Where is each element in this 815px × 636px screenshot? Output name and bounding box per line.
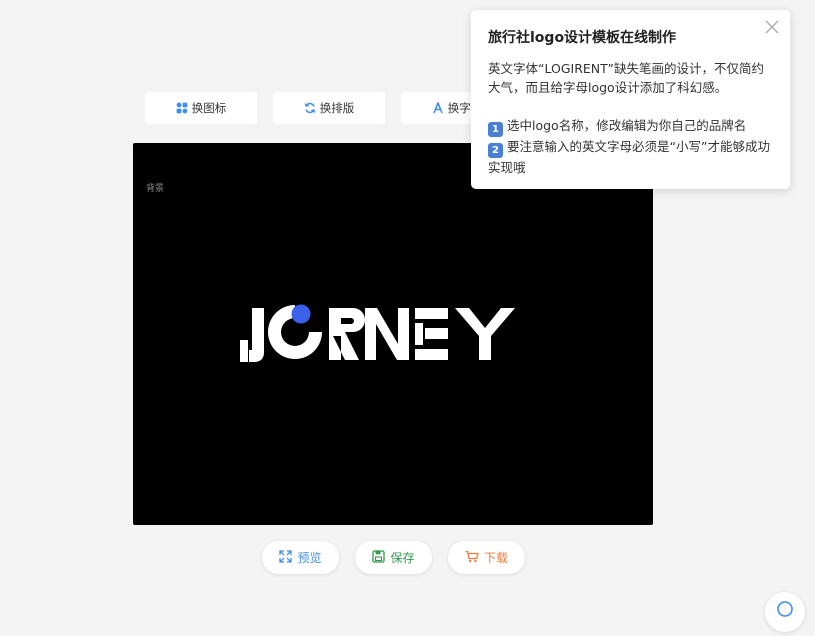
tip-popup: 旅行社logo设计模板在线制作 英文字体“LOGIRENT”缺失笔画的设计，不仅… xyxy=(471,10,790,189)
grid-icon xyxy=(176,102,188,114)
tip-body: 英文字体“LOGIRENT”缺失笔画的设计，不仅简约大气，而且给字母logo设计… xyxy=(488,59,773,177)
logo-accent-dot xyxy=(291,304,311,324)
close-icon[interactable] xyxy=(765,19,779,34)
logo-letter-j xyxy=(249,308,264,362)
preview-button[interactable]: 预览 xyxy=(262,541,339,574)
design-canvas[interactable]: 背景 xyxy=(133,143,653,525)
refresh-icon xyxy=(304,102,316,114)
change-layout-button[interactable]: 换排版 xyxy=(273,92,385,124)
download-button[interactable]: 下载 xyxy=(448,541,525,574)
save-button[interactable]: 保存 xyxy=(355,541,432,574)
expand-icon xyxy=(279,549,293,566)
tip-step-1: 1 选中logo名称，修改编辑为你自己的品牌名 xyxy=(488,116,773,137)
logo-letter-e xyxy=(415,308,448,360)
download-label: 下载 xyxy=(483,551,508,565)
tip-intro: 英文字体“LOGIRENT”缺失笔画的设计，不仅简约大气，而且给字母logo设计… xyxy=(488,61,764,95)
change-icon-label: 换图标 xyxy=(191,101,227,115)
help-icon xyxy=(777,601,793,617)
help-button[interactable] xyxy=(765,592,805,632)
cart-icon xyxy=(465,550,479,566)
save-label: 保存 xyxy=(390,551,415,565)
change-icon-button[interactable]: 换图标 xyxy=(145,92,257,124)
logo-letter-r xyxy=(329,308,365,360)
tip-step-2: 2 要注意输入的英文字母必须是“小写”才能够成功实现哦 xyxy=(488,137,773,177)
logo-graphic[interactable] xyxy=(233,298,553,373)
save-icon xyxy=(372,549,386,566)
tip-title: 旅行社logo设计模板在线制作 xyxy=(488,30,677,46)
font-icon xyxy=(432,102,444,114)
change-layout-label: 换排版 xyxy=(319,101,355,115)
background-label: 背景 xyxy=(146,184,165,194)
preview-label: 预览 xyxy=(297,551,322,565)
step-2-badge: 2 xyxy=(488,143,503,158)
logo-letter-y xyxy=(455,308,515,360)
tip-step-2-text: 要注意输入的英文字母必须是“小写”才能够成功实现哦 xyxy=(488,139,770,175)
logo-letter-n xyxy=(365,308,409,360)
step-1-badge: 1 xyxy=(488,122,503,137)
logo-letter-j-hook xyxy=(240,340,248,362)
tip-step-1-text: 选中logo名称，修改编辑为你自己的品牌名 xyxy=(507,118,747,133)
